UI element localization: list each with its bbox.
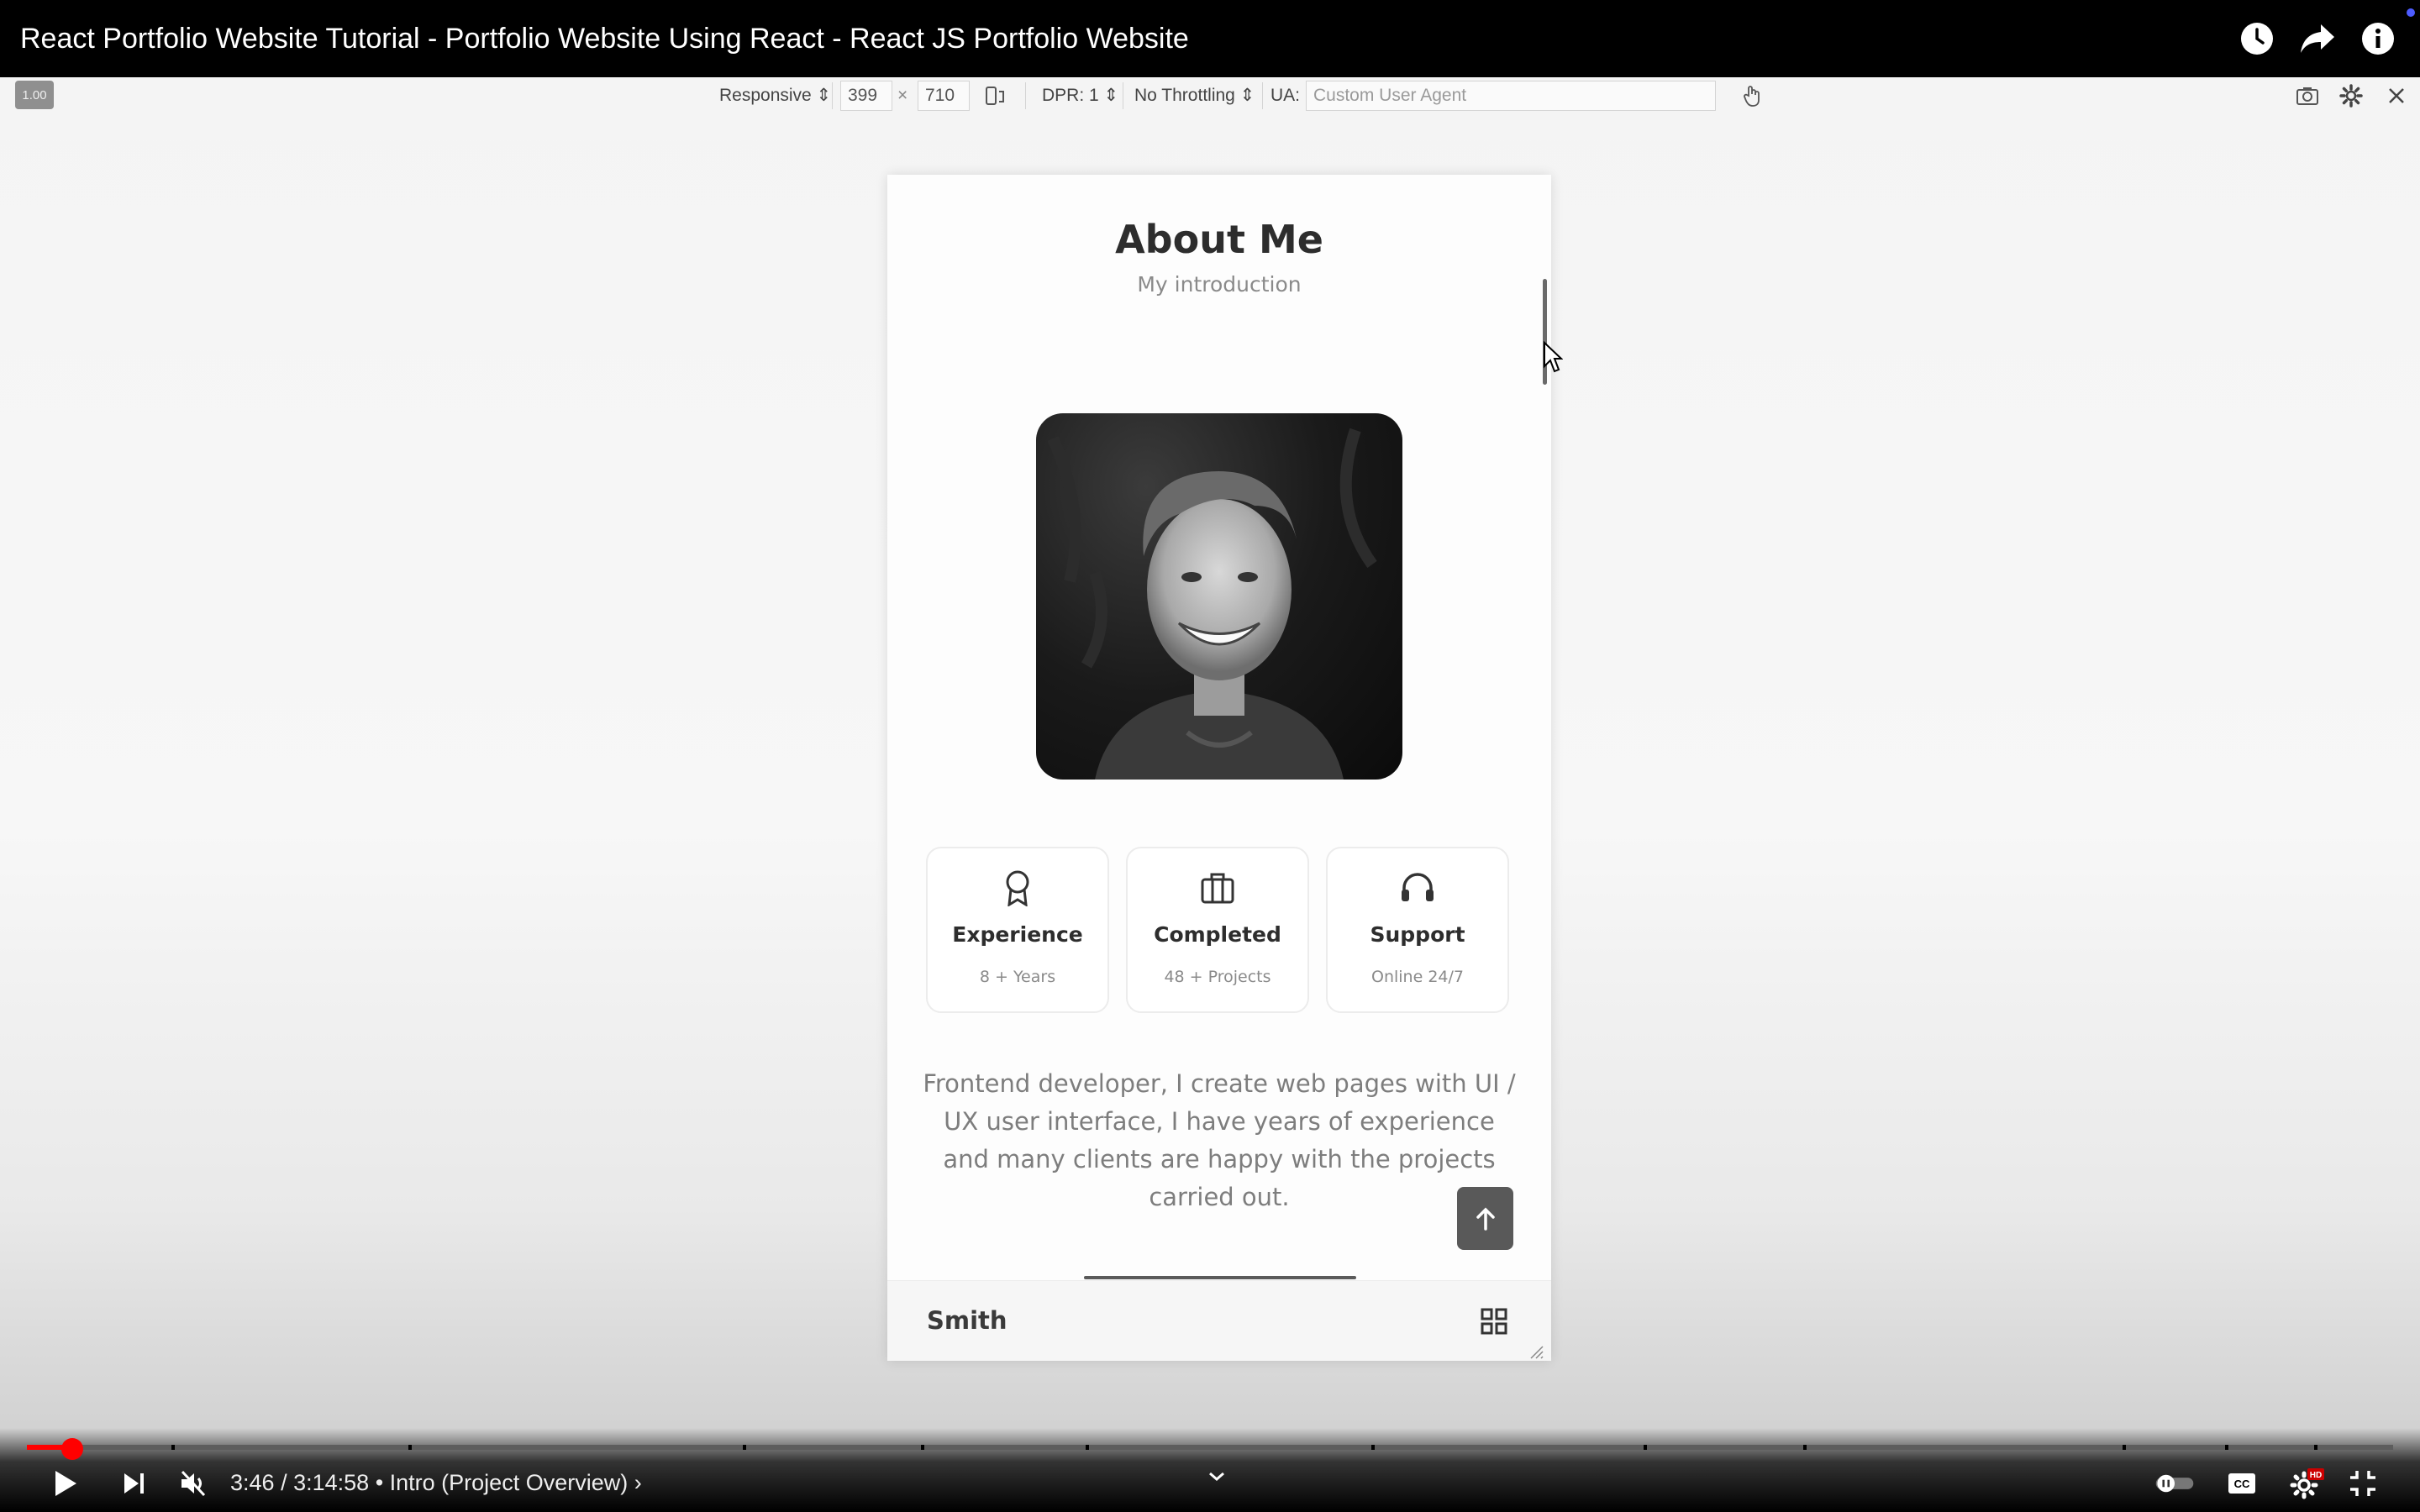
- chapter-marker: [2314, 1445, 2317, 1450]
- scroll-up-button[interactable]: [1457, 1187, 1513, 1250]
- card-subtitle: 8 + Years: [979, 968, 1056, 986]
- exit-fullscreen-icon[interactable]: [2343, 1463, 2383, 1504]
- devtools-toolbar: 1.00 Responsive ⇕ 399 × 710 DPR: 1 ⇕ No …: [0, 77, 2420, 114]
- section-subtitle: My introduction: [1137, 272, 1302, 297]
- active-indicator: [1084, 1276, 1356, 1279]
- notification-dot: [2407, 8, 2415, 17]
- completed-card: Completed 48 + Projects: [1126, 847, 1309, 1013]
- share-icon[interactable]: [2296, 17, 2339, 60]
- viewport-height-input[interactable]: 710: [918, 81, 970, 111]
- muted-volume-icon[interactable]: [173, 1463, 213, 1504]
- captions-icon[interactable]: CC: [2222, 1463, 2262, 1504]
- chapter-marker: [1086, 1445, 1089, 1450]
- svg-text:HD: HD: [2310, 1471, 2322, 1480]
- play-icon[interactable]: [45, 1463, 86, 1504]
- card-title: Support: [1370, 922, 1465, 947]
- responsive-viewport: About Me My introduction Experience 8 + …: [887, 175, 1551, 1361]
- award-icon: [928, 867, 1107, 909]
- duration: 3:14:58: [293, 1470, 370, 1495]
- close-icon[interactable]: [2383, 82, 2410, 109]
- svg-text:CC: CC: [2234, 1478, 2250, 1490]
- chapter-marker: [1371, 1445, 1375, 1450]
- zoom-level[interactable]: 1.00: [15, 81, 54, 109]
- headset-icon: [1328, 867, 1507, 909]
- time-display: 3:46 / 3:14:58 • Intro (Project Overview…: [230, 1470, 642, 1496]
- card-title: Completed: [1154, 922, 1281, 947]
- nav-logo[interactable]: Smith: [927, 1306, 1007, 1335]
- device-select[interactable]: Responsive ⇕: [719, 82, 831, 109]
- chapter-title[interactable]: • Intro (Project Overview): [376, 1470, 629, 1495]
- divider: [832, 82, 833, 109]
- viewport-width-input[interactable]: 399: [840, 81, 892, 111]
- resize-grip-icon[interactable]: [1528, 1343, 1544, 1360]
- autoplay-toggle-icon[interactable]: [2154, 1463, 2195, 1504]
- divider: [1262, 82, 1263, 109]
- chapter-marker: [921, 1445, 924, 1450]
- watch-later-icon[interactable]: [2235, 17, 2279, 60]
- chapter-marker: [2123, 1445, 2126, 1450]
- experience-card: Experience 8 + Years: [926, 847, 1109, 1013]
- time-separator: /: [274, 1470, 294, 1495]
- video-controls: 3:46 / 3:14:58 • Intro (Project Overview…: [0, 1428, 2420, 1512]
- chapter-marker: [1803, 1445, 1807, 1450]
- dpr-select[interactable]: DPR: 1 ⇕: [1042, 82, 1118, 109]
- arrow-up-icon: [1476, 1207, 1495, 1231]
- chapter-marker: [171, 1445, 175, 1450]
- touch-hand-icon[interactable]: [1739, 82, 1766, 109]
- chapter-marker: [743, 1445, 746, 1450]
- chevron-down-icon[interactable]: [1200, 1463, 1234, 1490]
- section-title: About Me: [1115, 217, 1323, 262]
- progress-bar[interactable]: [27, 1445, 2393, 1450]
- screenshot-icon[interactable]: [2294, 82, 2321, 109]
- current-time: 3:46: [230, 1470, 275, 1495]
- chapter-chevron-icon[interactable]: ›: [634, 1470, 642, 1495]
- scrubber-handle[interactable]: [61, 1438, 84, 1460]
- video-title[interactable]: React Portfolio Website Tutorial - Portf…: [20, 18, 1189, 59]
- support-card: Support Online 24/7: [1326, 847, 1509, 1013]
- card-subtitle: 48 + Projects: [1164, 968, 1271, 986]
- about-description: Frontend developer, I create web pages w…: [923, 1069, 1516, 1211]
- chapter-marker: [408, 1445, 412, 1450]
- video-title-bar: React Portfolio Website Tutorial - Portf…: [0, 0, 2420, 77]
- mobile-header-bar: Smith: [887, 1280, 1551, 1361]
- dimension-separator: ×: [897, 86, 908, 105]
- card-subtitle: Online 24/7: [1371, 968, 1464, 986]
- user-agent-input[interactable]: Custom User Agent: [1306, 81, 1716, 111]
- settings-gear-icon[interactable]: [2338, 82, 2365, 109]
- grid-menu-icon[interactable]: [1479, 1306, 1509, 1336]
- info-icon[interactable]: [2356, 17, 2400, 60]
- chapter-marker: [1644, 1445, 1647, 1450]
- rotate-icon[interactable]: [981, 82, 1008, 109]
- card-title: Experience: [952, 922, 1083, 947]
- profile-photo: [1036, 413, 1402, 780]
- next-icon[interactable]: [114, 1463, 155, 1504]
- briefcase-icon: [1128, 867, 1307, 909]
- settings-hd-icon[interactable]: HD: [2286, 1463, 2326, 1504]
- mouse-cursor-icon: [1543, 340, 1564, 375]
- throttling-select[interactable]: No Throttling ⇕: [1134, 82, 1255, 109]
- ua-label: UA:: [1270, 86, 1301, 105]
- divider: [1025, 82, 1026, 109]
- chapter-marker: [2225, 1445, 2228, 1450]
